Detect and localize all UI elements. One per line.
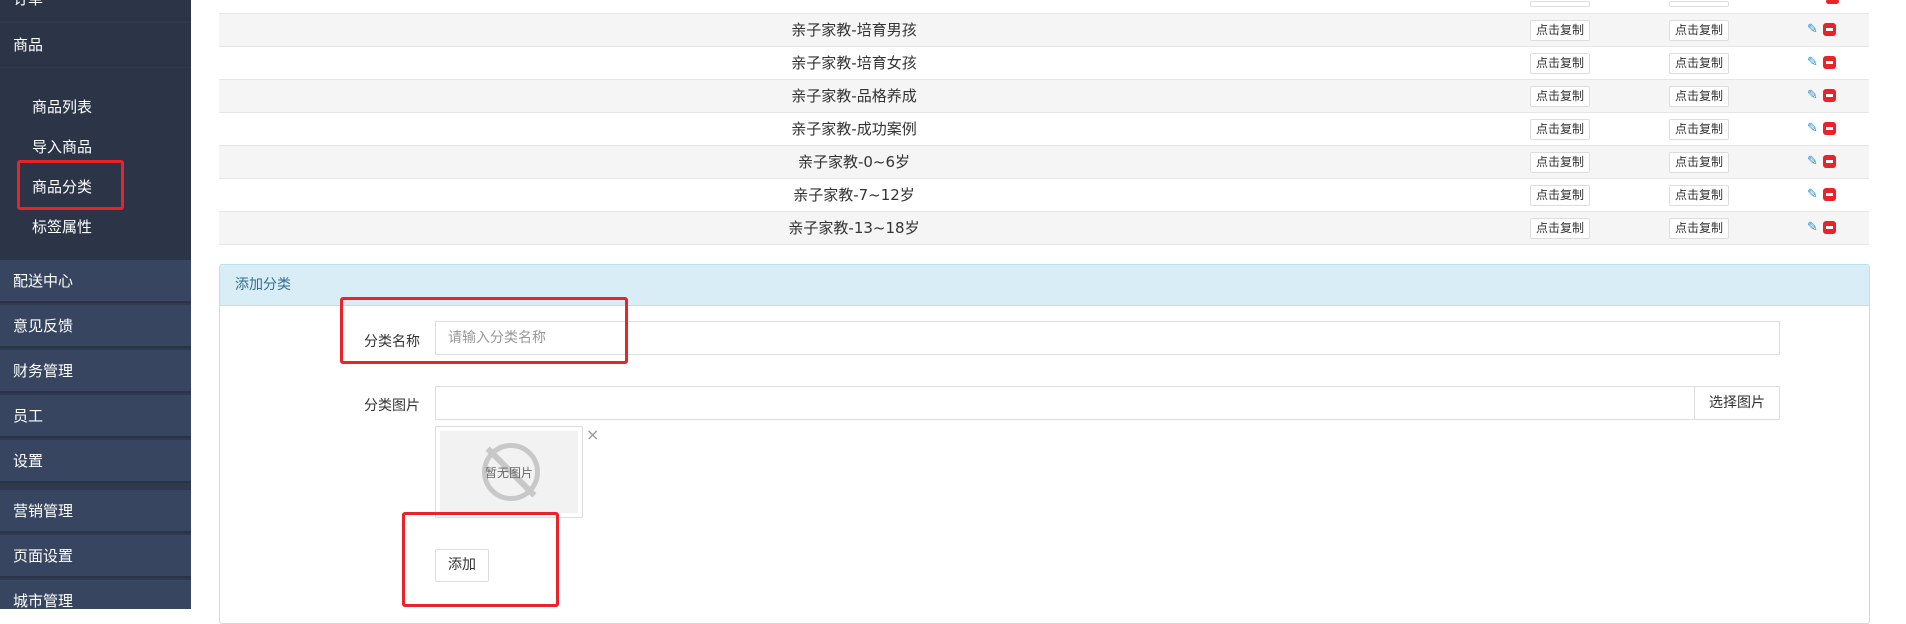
submenu-item-import-products[interactable]: 导入商品 — [32, 137, 92, 157]
table-row: 亲子家教-7~12岁 点击复制 点击复制 ✎ — [219, 179, 1869, 212]
copy-button[interactable]: 点击复制 — [1530, 53, 1590, 74]
delete-icon[interactable] — [1823, 89, 1836, 102]
category-name: 亲子家教-13~18岁 — [788, 219, 920, 237]
sidebar-item-orders[interactable]: 订单 — [0, 0, 191, 21]
panel-title: 添加分类 — [220, 265, 1869, 306]
sidebar-item-label: 城市管理 — [13, 592, 74, 609]
choose-image-button[interactable]: 选择图片 — [1694, 386, 1780, 420]
no-image-placeholder: 暂无图片 — [440, 431, 578, 513]
table-row: 亲子家教-培育男孩 点击复制 点击复制 ✎ — [219, 14, 1869, 47]
delete-icon[interactable] — [1823, 188, 1836, 201]
delete-icon[interactable] — [1823, 56, 1836, 69]
table-row — [219, 0, 1869, 14]
sidebar-item-products[interactable]: 商品 — [0, 23, 191, 67]
edit-icon[interactable]: ✎ — [1807, 89, 1820, 102]
add-category-panel: 添加分类 分类名称 分类图片 选择图片 暂无图片 × 添加 — [219, 264, 1870, 624]
copy-button[interactable] — [1530, 1, 1590, 7]
image-preview: 暂无图片 — [435, 426, 583, 518]
sidebar-item-delivery[interactable]: 配送中心 — [0, 260, 191, 303]
sidebar-item-page-settings[interactable]: 页面设置 — [0, 535, 191, 578]
category-image-input[interactable] — [435, 386, 1695, 420]
table-row: 亲子家教-0~6岁 点击复制 点击复制 ✎ — [219, 146, 1869, 179]
category-image-label: 分类图片 — [364, 398, 420, 414]
delete-icon[interactable] — [1823, 155, 1836, 168]
copy-button[interactable]: 点击复制 — [1669, 20, 1729, 41]
edit-icon[interactable]: ✎ — [1807, 122, 1820, 135]
copy-button[interactable]: 点击复制 — [1669, 185, 1729, 206]
table-row: 亲子家教-成功案例 点击复制 点击复制 ✎ — [219, 113, 1869, 146]
sidebar-item-label: 员工 — [13, 407, 44, 425]
category-name-input[interactable] — [435, 321, 1780, 355]
submenu-item-tag-attributes[interactable]: 标签属性 — [32, 217, 92, 237]
edit-icon[interactable]: ✎ — [1807, 56, 1820, 69]
sidebar-item-label: 配送中心 — [13, 272, 74, 290]
edit-icon[interactable]: ✎ — [1807, 221, 1820, 234]
copy-button[interactable]: 点击复制 — [1530, 152, 1590, 173]
category-name: 亲子家教-0~6岁 — [797, 153, 911, 171]
sidebar-item-label: 财务管理 — [13, 362, 74, 380]
copy-button[interactable]: 点击复制 — [1669, 152, 1729, 173]
sidebar-item-label: 营销管理 — [13, 502, 74, 520]
copy-button[interactable]: 点击复制 — [1530, 20, 1590, 41]
sidebar-item-label: 设置 — [13, 452, 44, 470]
delete-icon[interactable] — [1823, 23, 1836, 36]
copy-button[interactable]: 点击复制 — [1669, 86, 1729, 107]
category-name: 亲子家教-培育男孩 — [791, 21, 917, 39]
copy-button[interactable]: 点击复制 — [1669, 119, 1729, 140]
copy-button[interactable]: 点击复制 — [1669, 218, 1729, 239]
sidebar-item-label: 商品 — [13, 36, 44, 54]
edit-icon[interactable]: ✎ — [1807, 188, 1820, 201]
sidebar-item-staff[interactable]: 员工 — [0, 395, 191, 438]
category-name-label: 分类名称 — [364, 334, 420, 350]
category-name: 亲子家教-7~12岁 — [793, 186, 915, 204]
sidebar-item-city[interactable]: 城市管理 — [0, 580, 191, 609]
category-name: 亲子家教-培育女孩 — [791, 54, 917, 72]
table-row: 亲子家教-13~18岁 点击复制 点击复制 ✎ — [219, 212, 1869, 245]
submenu-item-product-categories[interactable]: 商品分类 — [32, 177, 92, 197]
products-submenu: 商品列表 导入商品 商品分类 标签属性 — [0, 68, 191, 260]
edit-icon[interactable]: ✎ — [1807, 155, 1820, 168]
delete-icon[interactable] — [1823, 221, 1836, 234]
sidebar-item-settings[interactable]: 设置 — [0, 440, 191, 483]
no-image-text: 暂无图片 — [484, 466, 533, 480]
copy-button[interactable]: 点击复制 — [1530, 185, 1590, 206]
copy-button[interactable] — [1669, 1, 1729, 7]
add-button[interactable]: 添加 — [435, 549, 489, 582]
category-name: 亲子家教-成功案例 — [791, 120, 917, 138]
copy-button[interactable]: 点击复制 — [1530, 86, 1590, 107]
delete-icon[interactable] — [1823, 122, 1836, 135]
sidebar-item-marketing[interactable]: 营销管理 — [0, 490, 191, 533]
category-name: 亲子家教-品格养成 — [791, 87, 917, 105]
edit-icon[interactable]: ✎ — [1807, 23, 1820, 36]
submenu-item-product-list[interactable]: 商品列表 — [32, 97, 92, 117]
table-row: 亲子家教-品格养成 点击复制 点击复制 ✎ — [219, 80, 1869, 113]
sidebar: 订单 商品 商品列表 导入商品 商品分类 标签属性 配送中心 意见反馈 财务管理… — [0, 0, 191, 609]
sidebar-item-feedback[interactable]: 意见反馈 — [0, 305, 191, 348]
delete-icon[interactable] — [1826, 0, 1839, 7]
copy-button[interactable]: 点击复制 — [1669, 53, 1729, 74]
copy-button[interactable]: 点击复制 — [1530, 218, 1590, 239]
sidebar-item-label: 意见反馈 — [13, 317, 74, 335]
sidebar-item-label: 订单 — [13, 0, 43, 8]
close-icon[interactable]: × — [586, 425, 599, 444]
sidebar-item-label: 页面设置 — [13, 547, 74, 565]
table-row: 亲子家教-培育女孩 点击复制 点击复制 ✎ — [219, 47, 1869, 80]
sidebar-item-finance[interactable]: 财务管理 — [0, 350, 191, 393]
copy-button[interactable]: 点击复制 — [1530, 119, 1590, 140]
